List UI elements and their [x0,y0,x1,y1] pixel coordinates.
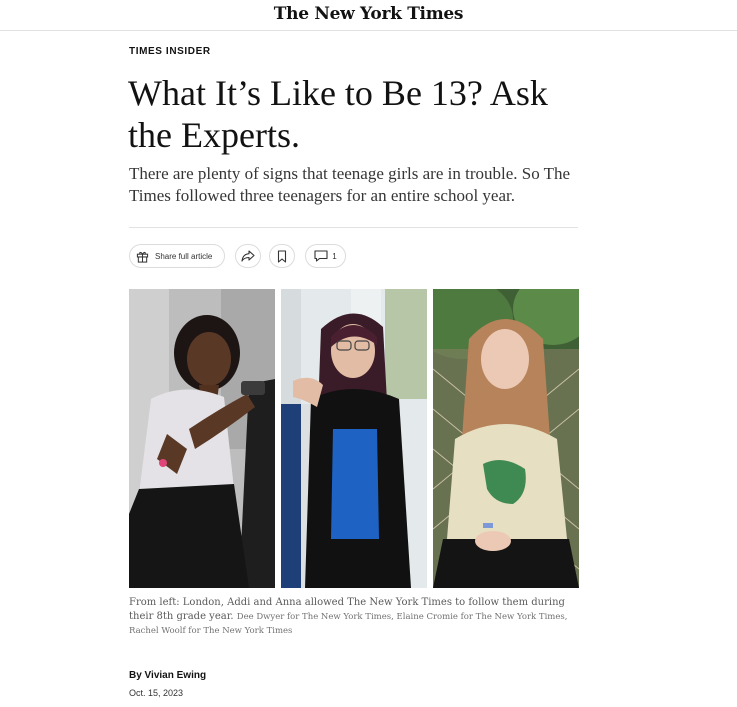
share-label: Share full article [155,251,213,261]
share-arrow-icon [241,250,255,262]
gift-icon [136,251,149,263]
photo-addi[interactable] [281,289,427,588]
save-button[interactable] [269,244,295,268]
comment-icon [314,250,328,262]
share-full-article-button[interactable]: Share full article [129,244,225,268]
photo-caption: From left: London, Addi and Anna allowed… [129,596,579,638]
comments-button[interactable]: 1 [305,244,346,268]
photo-anna[interactable] [433,289,579,588]
comment-count: 1 [332,251,337,261]
section-kicker[interactable]: TIMES INSIDER [129,46,211,57]
article-summary: There are plenty of signs that teenage g… [129,164,571,205]
publish-date: Oct. 15, 2023 [129,688,184,698]
nyt-logo[interactable]: The New York Times [0,4,737,24]
share-button[interactable] [235,244,261,268]
divider [129,227,578,228]
photo-london[interactable] [129,289,275,588]
masthead: The New York Times [0,0,737,31]
byline[interactable]: By Vivian Ewing [129,670,206,681]
article-headline: What It’s Like to Be 13? Ask the Experts… [128,73,548,155]
bookmark-icon [277,249,287,263]
